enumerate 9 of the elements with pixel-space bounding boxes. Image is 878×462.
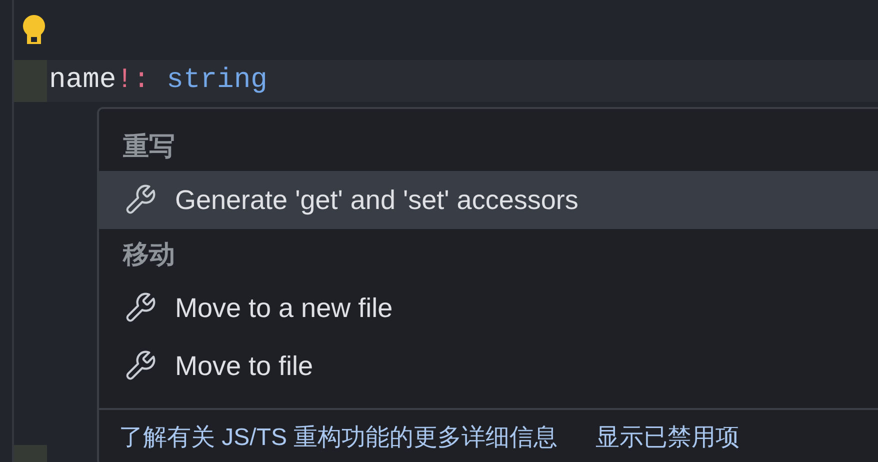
footer-link[interactable]: 显示已禁用项: [596, 421, 740, 453]
menu-item[interactable]: Move to a new file: [99, 279, 878, 337]
code-line: name!: string: [48, 64, 268, 98]
section-heading: 重写: [122, 130, 176, 163]
lightbulb-icon[interactable]: [22, 14, 46, 46]
menu-item[interactable]: Move to file: [99, 337, 878, 395]
footer-link[interactable]: 了解有关 JS/TS 重构功能的更多详细信息: [119, 421, 558, 453]
section-heading: 移动: [122, 238, 176, 271]
menu-item[interactable]: Generate 'get' and 'set' accessors: [99, 171, 878, 229]
